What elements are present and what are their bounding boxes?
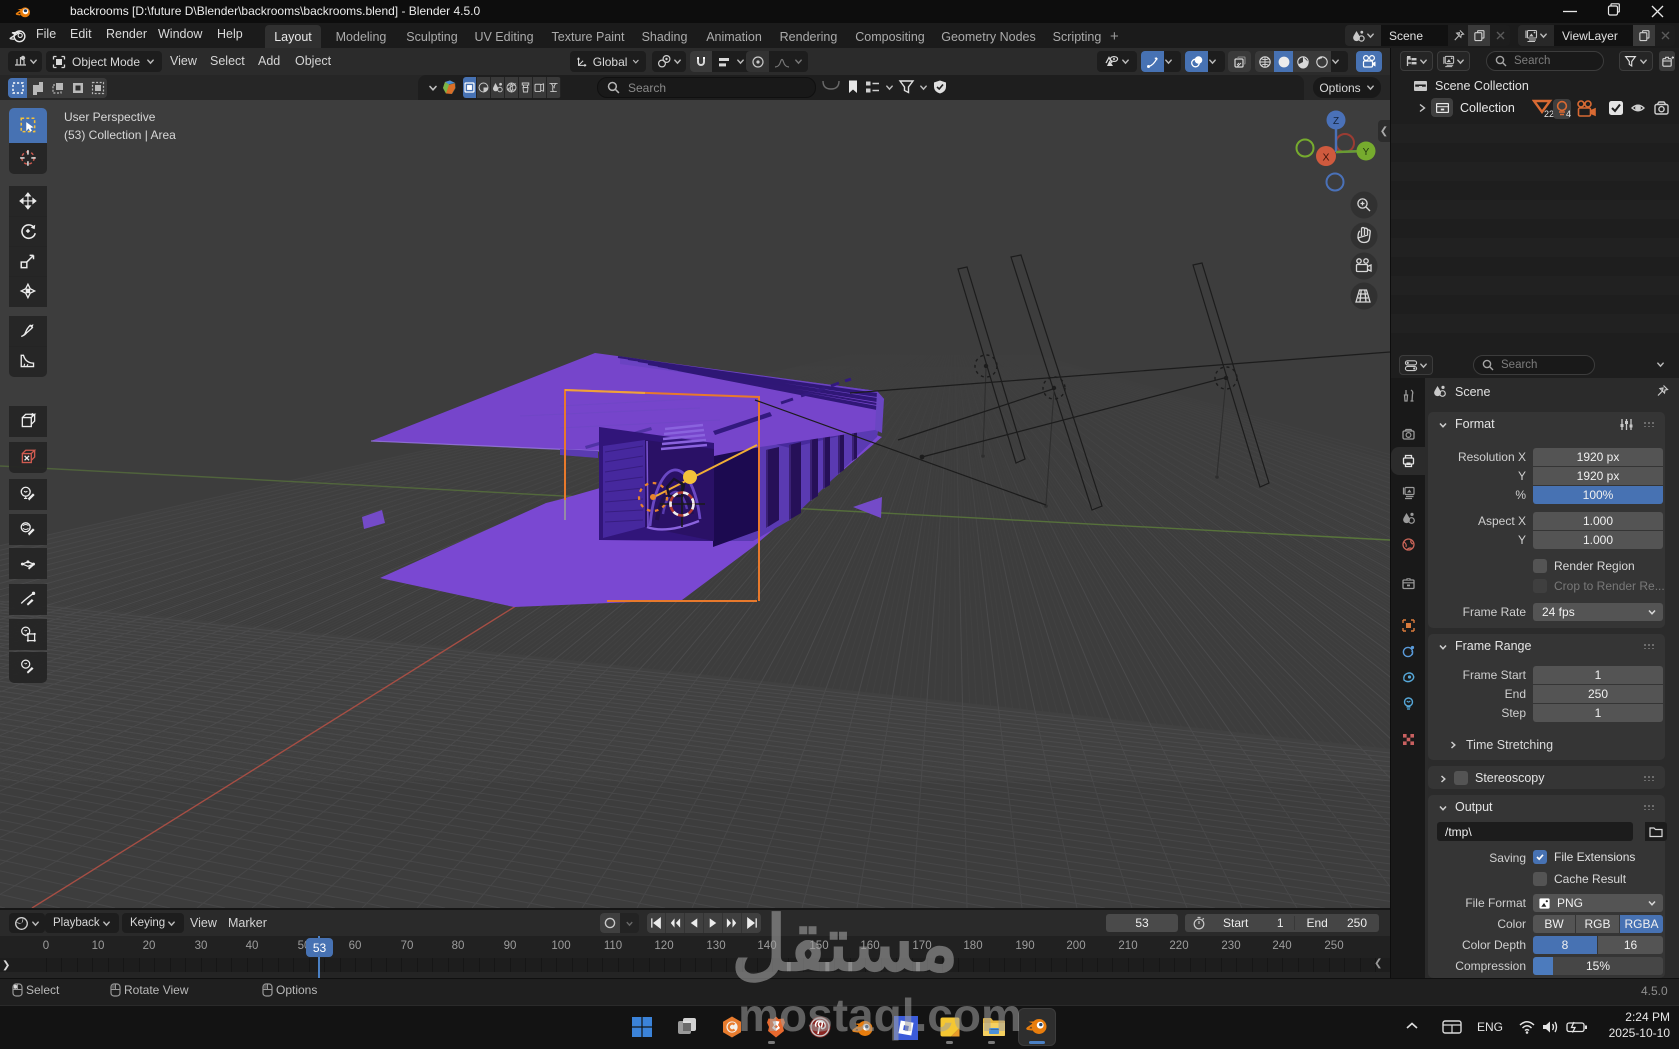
svg-text:22: 22: [1544, 109, 1554, 119]
svg-text:Y: Y: [1363, 147, 1370, 158]
svg-text:X: X: [1322, 152, 1329, 164]
svg-text:4: 4: [1566, 109, 1571, 119]
svg-text:Z: Z: [1333, 116, 1339, 127]
